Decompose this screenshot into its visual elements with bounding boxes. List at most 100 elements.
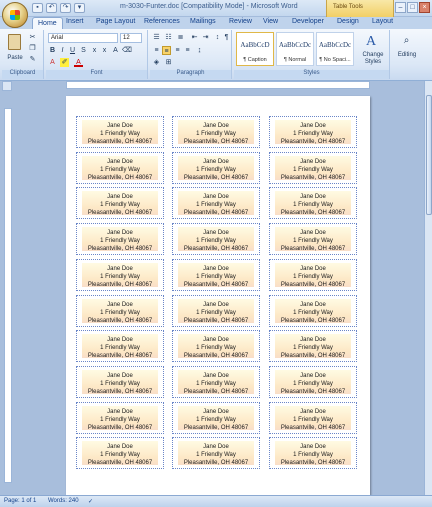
tab-developer[interactable]: Developer: [292, 18, 324, 25]
address-label[interactable]: Jane Doe 1 Friendly Way Pleasantville, OH …: [76, 187, 164, 220]
minimize-icon[interactable]: –: [395, 2, 406, 13]
label-city: Pleasantville, OH 48067: [87, 210, 153, 217]
address-label[interactable]: Jane Doe 1 Friendly Way Pleasantville, OH …: [172, 330, 260, 363]
address-label[interactable]: Jane Doe 1 Friendly Way Pleasantville, OH …: [172, 401, 260, 434]
address-label[interactable]: Jane Doe 1 Friendly Way Pleasantville, OH …: [269, 437, 357, 470]
address-label[interactable]: Jane Doe 1 Friendly Way Pleasantville, OH …: [172, 116, 260, 148]
change-styles-button[interactable]: A Change Styles: [358, 32, 386, 68]
format-painter-icon[interactable]: ✎: [28, 55, 37, 64]
italic-icon[interactable]: I: [58, 46, 67, 55]
close-icon[interactable]: ×: [419, 2, 430, 13]
page-count[interactable]: Page: 1 of 1: [4, 498, 36, 504]
label-name: Jane Doe: [203, 158, 229, 165]
address-label[interactable]: Jane Doe 1 Friendly Way Pleasantville, OH …: [76, 294, 164, 327]
customize-qat-icon[interactable]: ▾: [74, 3, 85, 13]
vertical-ruler[interactable]: [4, 108, 12, 483]
address-label[interactable]: Jane Doe 1 Friendly Way Pleasantville, OH …: [76, 437, 164, 470]
clear-format-icon[interactable]: ⌫: [122, 46, 132, 55]
show-marks-icon[interactable]: ¶: [222, 33, 231, 42]
address-label[interactable]: Jane Doe 1 Friendly Way Pleasantville, OH …: [172, 151, 260, 184]
tab-home[interactable]: Home: [32, 17, 63, 29]
tab-review[interactable]: Review: [229, 18, 252, 25]
tab-references[interactable]: References: [144, 18, 180, 25]
address-label[interactable]: Jane Doe 1 Friendly Way Pleasantville, OH …: [269, 258, 357, 291]
sort-icon[interactable]: ↕: [213, 33, 222, 42]
horizontal-ruler[interactable]: [66, 81, 370, 89]
highlight-icon[interactable]: ✐: [60, 58, 69, 67]
strikethrough-icon[interactable]: S: [79, 46, 88, 55]
address-label[interactable]: Jane Doe 1 Friendly Way Pleasantville, OH …: [269, 365, 357, 398]
scrollbar-thumb[interactable]: [426, 95, 432, 215]
justify-icon[interactable]: ≡: [183, 46, 192, 55]
bullets-icon[interactable]: ☰: [152, 33, 161, 42]
document-page[interactable]: Jane Doe 1 Friendly Way Pleasantville, OH …: [66, 96, 370, 495]
address-label[interactable]: Jane Doe 1 Friendly Way Pleasantville, OH …: [172, 365, 260, 398]
label-background: Jane Doe 1 Friendly Way Pleasantville, OH …: [275, 405, 351, 431]
editing-group[interactable]: ⌕ Editing: [392, 30, 422, 79]
tab-insert[interactable]: Insert: [66, 18, 84, 25]
change-case-icon[interactable]: A: [111, 46, 120, 55]
label-name: Jane Doe: [300, 230, 326, 237]
maximize-icon[interactable]: □: [407, 2, 418, 13]
copy-icon[interactable]: ❐: [28, 44, 37, 53]
decrease-indent-icon[interactable]: ⇤: [190, 33, 199, 42]
bold-icon[interactable]: B: [48, 46, 57, 55]
word-count[interactable]: Words: 240: [48, 498, 79, 504]
label-street: 1 Friendly Way: [293, 238, 333, 245]
address-label[interactable]: Jane Doe 1 Friendly Way Pleasantville, OH …: [269, 294, 357, 327]
align-left-icon[interactable]: ≡: [152, 46, 161, 55]
font-color-icon[interactable]: A: [74, 58, 83, 67]
address-label[interactable]: Jane Doe 1 Friendly Way Pleasantville, OH …: [76, 365, 164, 398]
shading-icon[interactable]: ◈: [152, 58, 161, 67]
address-label[interactable]: Jane Doe 1 Friendly Way Pleasantville, OH …: [172, 437, 260, 470]
font-size-input[interactable]: 12: [120, 33, 142, 43]
increase-indent-icon[interactable]: ⇥: [201, 33, 210, 42]
address-label[interactable]: Jane Doe 1 Friendly Way Pleasantville, OH …: [269, 401, 357, 434]
borders-icon[interactable]: ⊞: [164, 58, 173, 67]
underline-icon[interactable]: U: [68, 46, 77, 55]
tab-design[interactable]: Design: [337, 18, 359, 25]
save-icon[interactable]: ▪: [32, 3, 43, 13]
style-normal[interactable]: AaBbCcDc ¶ Normal: [276, 32, 314, 66]
tab-view[interactable]: View: [263, 18, 278, 25]
address-label[interactable]: Jane Doe 1 Friendly Way Pleasantville, OH …: [76, 116, 164, 148]
address-label[interactable]: Jane Doe 1 Friendly Way Pleasantville, OH …: [76, 401, 164, 434]
superscript-icon[interactable]: x: [100, 46, 109, 55]
proofing-icon[interactable]: ✓: [88, 498, 93, 505]
align-right-icon[interactable]: ≡: [173, 46, 182, 55]
address-label[interactable]: Jane Doe 1 Friendly Way Pleasantville, OH …: [269, 116, 357, 148]
address-label[interactable]: Jane Doe 1 Friendly Way Pleasantville, OH …: [172, 294, 260, 327]
undo-icon[interactable]: ↶: [46, 3, 57, 13]
address-label[interactable]: Jane Doe 1 Friendly Way Pleasantville, OH …: [269, 330, 357, 363]
style-no-spacing[interactable]: AaBbCcDc ¶ No Spaci...: [316, 32, 354, 66]
redo-icon[interactable]: ↷: [60, 3, 71, 13]
style-caption[interactable]: AaBbCcD ¶ Caption: [236, 32, 274, 66]
address-label[interactable]: Jane Doe 1 Friendly Way Pleasantville, OH …: [76, 258, 164, 291]
paste-button[interactable]: Paste: [4, 32, 24, 68]
address-label[interactable]: Jane Doe 1 Friendly Way Pleasantville, OH …: [172, 187, 260, 220]
line-spacing-icon[interactable]: ↨: [195, 46, 204, 55]
office-button[interactable]: [2, 2, 28, 28]
address-label[interactable]: Jane Doe 1 Friendly Way Pleasantville, OH …: [76, 151, 164, 184]
address-label[interactable]: Jane Doe 1 Friendly Way Pleasantville, OH …: [172, 223, 260, 256]
font-name-input[interactable]: Arial: [48, 33, 118, 43]
tab-selector[interactable]: [2, 81, 12, 91]
label-background: Jane Doe 1 Friendly Way Pleasantville, OH …: [82, 227, 158, 252]
address-label[interactable]: Jane Doe 1 Friendly Way Pleasantville, OH …: [269, 151, 357, 184]
align-center-icon[interactable]: ≡: [162, 46, 171, 55]
label-background: Jane Doe 1 Friendly Way Pleasantville, OH …: [82, 262, 158, 288]
address-label[interactable]: Jane Doe 1 Friendly Way Pleasantville, OH …: [269, 223, 357, 256]
cut-icon[interactable]: ✂: [28, 33, 37, 42]
tab-page-layout[interactable]: Page Layout: [96, 18, 135, 25]
multilevel-list-icon[interactable]: ≣: [176, 33, 185, 42]
address-label[interactable]: Jane Doe 1 Friendly Way Pleasantville, OH …: [76, 330, 164, 363]
tab-layout[interactable]: Layout: [372, 18, 393, 25]
vertical-scrollbar[interactable]: [424, 81, 432, 495]
address-label[interactable]: Jane Doe 1 Friendly Way Pleasantville, OH …: [76, 223, 164, 256]
tab-mailings[interactable]: Mailings: [190, 18, 216, 25]
address-label[interactable]: Jane Doe 1 Friendly Way Pleasantville, OH …: [172, 258, 260, 291]
address-label[interactable]: Jane Doe 1 Friendly Way Pleasantville, OH …: [269, 187, 357, 220]
numbering-icon[interactable]: ☷: [164, 33, 173, 42]
text-effects-icon[interactable]: A: [48, 58, 57, 67]
subscript-icon[interactable]: x: [90, 46, 99, 55]
